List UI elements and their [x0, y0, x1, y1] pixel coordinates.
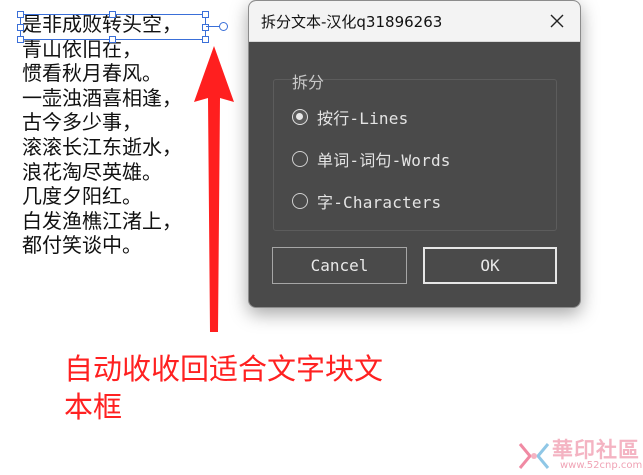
canvas-text-block[interactable]: 是非成败转头空， 青山依旧在， 惯看秋月春风。 一壶浊酒喜相逢， 古今多少事， … — [22, 12, 182, 258]
radio-unchecked-icon[interactable] — [292, 151, 308, 167]
resize-handle[interactable] — [202, 11, 209, 18]
close-button[interactable] — [534, 1, 580, 41]
watermark: 華印社區 www.52cnp.com — [508, 432, 643, 475]
close-icon — [550, 14, 564, 28]
dialog-title: 拆分文本-汉化q31896263 — [261, 13, 443, 31]
dialog-titlebar[interactable]: 拆分文本-汉化q31896263 — [249, 1, 580, 42]
resize-handle[interactable] — [109, 36, 116, 43]
poem-line: 青山依旧在， — [22, 36, 142, 61]
option-characters[interactable]: 字-Characters — [292, 189, 441, 213]
option-label: 字-Characters — [317, 193, 442, 212]
poem-line: 惯看秋月春风。 — [22, 61, 162, 86]
resize-handle[interactable] — [202, 36, 209, 43]
watermark-logo-icon — [518, 443, 550, 469]
cancel-button[interactable]: Cancel — [272, 247, 407, 284]
radio-unchecked-icon[interactable] — [292, 193, 308, 209]
option-words[interactable]: 单词-词句-Words — [292, 147, 451, 171]
poem-line: 浪花淘尽英雄。 — [22, 159, 162, 184]
watermark-url: www.52cnp.com — [560, 460, 643, 471]
poem-line: 古今多少事， — [22, 110, 142, 135]
annotation-text: 自动收收回适合文字块文本框 — [64, 352, 384, 424]
poem-line: 滚滚长江东逝水， — [22, 134, 182, 159]
poem-line: 一壶浊酒喜相逢， — [22, 85, 182, 110]
resize-handle[interactable] — [17, 36, 24, 43]
option-label: 单词-词句-Words — [317, 151, 451, 170]
group-label: 拆分 — [292, 73, 325, 92]
split-text-dialog: 拆分文本-汉化q31896263 拆分 按行-Lines 单词-词句-Words… — [248, 0, 581, 308]
option-label: 按行-Lines — [317, 109, 409, 128]
resize-handle[interactable] — [17, 24, 24, 31]
rotation-connector — [206, 26, 220, 27]
option-lines[interactable]: 按行-Lines — [292, 105, 408, 129]
red-arrow-icon — [194, 46, 234, 332]
resize-handle[interactable] — [109, 11, 116, 18]
poem-line: 白发渔樵江渚上， — [22, 208, 182, 233]
rotation-handle[interactable] — [219, 22, 228, 31]
ok-button[interactable]: OK — [423, 247, 557, 284]
resize-handle[interactable] — [17, 11, 24, 18]
poem-line: 几度夕阳红。 — [22, 184, 142, 209]
radio-checked-icon[interactable] — [292, 109, 308, 125]
poem-line: 都付笑谈中。 — [22, 233, 142, 258]
